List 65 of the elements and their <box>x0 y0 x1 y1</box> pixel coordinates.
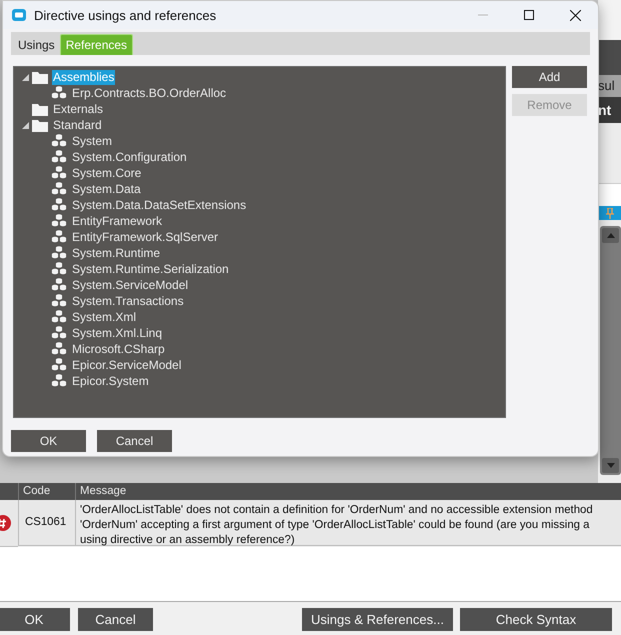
tree-item[interactable]: System.Xml <box>71 310 138 324</box>
app-button[interactable]: Usings & References... <box>302 608 453 631</box>
tab-label: sul <box>598 75 621 97</box>
scroll-down-button[interactable] <box>602 458 619 473</box>
tree-item[interactable]: EntityFramework.SqlServer <box>71 230 220 244</box>
folder-icon <box>32 102 48 116</box>
up-arrow-icon <box>606 233 614 238</box>
stacked-discs-icon <box>51 326 67 340</box>
tree-item[interactable]: System.Runtime.Serialization <box>71 262 230 276</box>
down-arrow-icon <box>606 463 614 468</box>
stacked-discs-icon <box>51 166 67 180</box>
tree-item[interactable]: System.Data.DataSetExtensions <box>71 198 248 212</box>
tree-item[interactable]: Microsoft.CSharp <box>71 342 166 356</box>
folder-icon <box>32 70 48 84</box>
stacked-discs-icon <box>51 342 67 356</box>
error-icon <box>0 514 12 532</box>
window-title: Directive usings and references <box>34 8 218 22</box>
stacked-discs-icon <box>51 182 67 196</box>
stacked-discs-icon <box>51 214 67 228</box>
app-button[interactable]: OK <box>0 608 70 631</box>
tree-item[interactable]: Standard <box>52 118 103 132</box>
stacked-discs-icon <box>51 294 67 308</box>
tree-item[interactable]: System.Transactions <box>71 294 185 308</box>
tree-item[interactable]: Erp.Contracts.BO.OrderAlloc <box>71 86 228 100</box>
tree-item[interactable]: System.Runtime <box>71 246 162 260</box>
maximize-icon[interactable] <box>524 10 534 20</box>
stacked-discs-icon <box>51 150 67 164</box>
dialog-button[interactable]: Cancel <box>97 430 172 452</box>
folder-icon <box>32 118 48 132</box>
close-icon[interactable] <box>570 10 580 20</box>
dialog-button[interactable]: OK <box>11 430 86 452</box>
expand-arrow-icon[interactable] <box>22 122 29 128</box>
tree-item[interactable]: System.Configuration <box>71 150 188 164</box>
stacked-discs-icon <box>51 358 67 372</box>
tree-item[interactable]: System.ServiceModel <box>71 278 190 292</box>
table-cell: CS1061 <box>18 500 75 546</box>
tree-item[interactable]: Epicor.System <box>71 374 150 388</box>
tree-item[interactable]: Externals <box>52 102 104 116</box>
stacked-discs-icon <box>51 278 67 292</box>
stacked-discs-icon <box>51 246 67 260</box>
column-header <box>0 483 18 500</box>
stacked-discs-icon <box>51 374 67 388</box>
scroll-up-button[interactable] <box>602 228 619 243</box>
tree-item[interactable]: System.Xml.Linq <box>71 326 164 340</box>
tab-label: nt <box>598 97 621 123</box>
side-button[interactable]: Add <box>512 66 587 88</box>
app-icon <box>12 9 26 21</box>
table-cell: 'OrderAllocListTable' does not contain a definition for 'OrderNum' and no accessible extension method 'OrderNum' accepting a first argument of type 'OrderAllocListTable' could be found (are you missing a using directive or an assembly reference?) <box>75 500 621 546</box>
tree-item[interactable]: System.Data <box>71 182 142 196</box>
app-button[interactable]: Cancel <box>78 608 153 631</box>
tree-item[interactable]: EntityFramework <box>71 214 164 228</box>
stacked-discs-icon <box>51 230 67 244</box>
stacked-discs-icon <box>51 134 67 148</box>
column-header[interactable]: Code <box>18 483 75 500</box>
tree-item[interactable]: System <box>71 134 114 148</box>
stacked-discs-icon <box>51 86 67 100</box>
stacked-discs-icon <box>51 198 67 212</box>
tree-item[interactable]: System.Core <box>71 166 142 180</box>
column-header[interactable]: Message <box>75 483 621 500</box>
expand-arrow-icon[interactable] <box>22 74 29 80</box>
tab[interactable]: Usings <box>13 34 60 55</box>
tree-item[interactable]: Epicor.ServiceModel <box>71 358 182 372</box>
app-button[interactable]: Check Syntax <box>460 608 612 631</box>
stacked-discs-icon <box>51 310 67 324</box>
stacked-discs-icon <box>51 262 67 276</box>
